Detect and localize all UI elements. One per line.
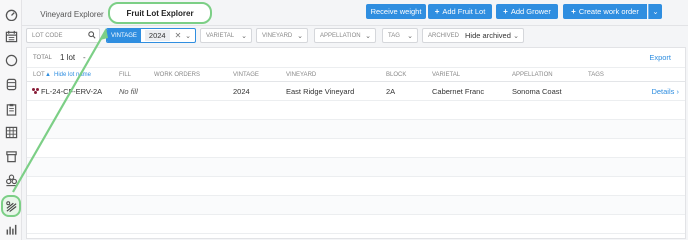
archived-filter-value: Hide archived [465,31,511,40]
column-tags: TAGS [588,72,604,78]
empty-row [27,177,685,196]
vineyard-cell: East Ridge Vineyard [286,87,355,96]
table-header: LOT ▲ Hide lot name FILL WORK ORDERS VIN… [27,68,685,82]
empty-row [27,120,685,139]
appellation-filter-label: APPELLATION [320,32,361,39]
grid-icon[interactable] [4,125,18,139]
appellation-filter[interactable]: APPELLATION ⌄ [314,28,376,43]
empty-row [27,158,685,177]
chevron-right-icon: › [676,87,680,96]
column-vineyard: VINEYARD [286,72,317,78]
total-label: TOTAL [33,55,52,61]
archived-filter[interactable]: ARCHIVED Hide archived ⌄ [422,28,524,43]
empty-row [27,101,685,120]
barrel-icon[interactable] [4,77,18,91]
grape-icon [32,88,39,95]
chevron-down-icon: ⌄ [652,7,659,16]
lot-table-panel: TOTAL 1 lot - Export LOT ▲ Hide lot name… [26,47,686,239]
lot-code-input[interactable]: LOT CODE [26,28,100,43]
table-row[interactable]: FL-24-CF-ERV-2A No fill 2024 East Ridge … [27,82,685,101]
tab-fruit-lot-explorer[interactable]: Fruit Lot Explorer [108,2,212,24]
varietal-filter-label: VARIETAL [206,32,235,39]
filter-bar: LOT CODE VINTAGE 2024 ✕ ⌄ VARIETAL ⌄ VINE… [26,27,688,47]
appellation-cell: Sonoma Coast [512,87,562,96]
empty-row [27,139,685,158]
vintage-filter-label: VINTAGE [107,29,141,42]
add-fruit-lot-label: Add Fruit Lot [442,7,486,16]
tag-filter-label: TAG [388,32,400,39]
column-lot[interactable]: LOT [33,72,45,78]
clipboard-icon[interactable] [4,102,18,116]
chevron-down-icon: ⌄ [407,33,413,40]
clear-icon[interactable]: ✕ [175,31,182,40]
summary-dash: - [83,53,86,62]
chevron-down-icon: ⌄ [365,33,371,40]
table-summary: TOTAL 1 lot - Export [27,48,685,68]
column-appellation: APPELLATION [512,72,553,78]
dashboard-icon[interactable] [4,7,18,21]
vintage-cell: 2024 [233,87,250,96]
lot-count: 1 lot [60,53,76,62]
empty-row [27,215,685,234]
lot-code-cell[interactable]: FL-24-CF-ERV-2A [41,87,102,96]
add-grower-label: Add Grower [510,7,551,16]
add-fruit-lot-button[interactable]: + Add Fruit Lot [428,4,492,19]
details-label: Details [651,87,675,96]
plus-icon: + [503,7,508,16]
tag-filter[interactable]: TAG ⌄ [382,28,418,43]
chevron-down-icon: ⌄ [297,33,303,40]
calendar-icon[interactable] [4,29,18,43]
vintage-filter[interactable]: VINTAGE 2024 ✕ ⌄ [106,28,196,43]
sidebar-rail [0,0,22,240]
tab-vineyard-explorer[interactable]: Vineyard Explorer [30,5,114,23]
column-vintage: VINTAGE [233,72,259,78]
chevron-down-icon: ⌄ [241,33,247,40]
receive-weight-label: Receive weight [370,7,422,16]
sort-asc-icon[interactable]: ▲ [45,72,51,78]
receive-weight-button[interactable]: Receive weight [366,4,426,19]
column-fill: FILL [119,72,132,78]
export-link[interactable]: Export [649,53,671,62]
chevron-down-icon: ⌄ [513,33,519,40]
varietal-cell: Cabernet Franc [432,87,485,96]
app-root: Vineyard Explorer Fruit Lot Explorer Rec… [0,0,688,240]
stack-icon[interactable] [4,173,18,187]
archived-filter-label: ARCHIVED [428,32,460,39]
hide-lot-name-link[interactable]: Hide lot name [54,72,91,78]
create-work-order-dropdown[interactable]: ⌄ [648,4,662,19]
chevron-down-icon[interactable]: ⌄ [185,32,191,40]
column-work-orders: WORK ORDERS [154,72,201,78]
fill-cell: No fill [119,87,138,96]
search-icon[interactable] [88,31,96,41]
plus-icon: + [434,7,440,16]
column-varietal: VARIETAL [432,72,461,78]
create-work-order-button[interactable]: + Create work order [563,4,647,19]
add-grower-button[interactable]: + Add Grower [496,4,558,19]
vineyard-filter[interactable]: VINEYARD ⌄ [256,28,308,43]
vineyard-filter-label: VINEYARD [262,32,293,39]
block-cell: 2A [386,87,396,96]
bar-chart-icon[interactable] [4,222,18,236]
column-block: BLOCK [386,72,407,78]
empty-row [27,196,685,215]
bin-icon[interactable] [4,149,18,163]
vineyard-icon[interactable] [1,195,21,217]
vintage-filter-value: 2024 [144,30,170,41]
lot-code-placeholder: LOT CODE [32,32,63,39]
create-work-order-label: Create work order [578,7,639,16]
varietal-filter[interactable]: VARIETAL ⌄ [200,28,252,43]
plus-icon: + [571,7,576,16]
circle-icon[interactable] [4,53,18,67]
details-link[interactable]: Details › [651,87,679,96]
